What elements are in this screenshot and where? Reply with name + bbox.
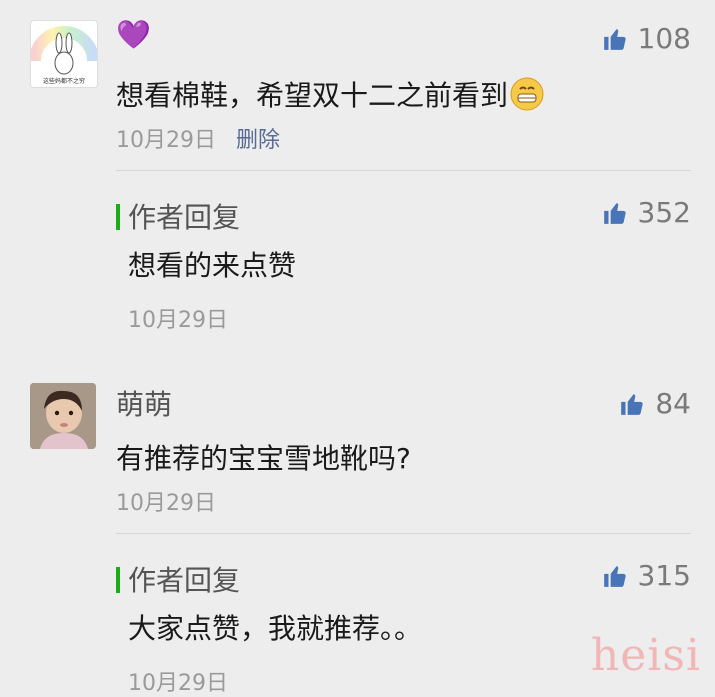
reply-bar [116, 204, 120, 230]
comment-text: 有推荐的宝宝雪地靴吗? [116, 442, 411, 475]
avatar[interactable]: 这些妈都不之穷 [30, 20, 98, 88]
avatar[interactable] [30, 383, 96, 449]
divider [116, 533, 691, 534]
comment-item: 这些妈都不之穷 💜 108 想看棉鞋，希望双十二之前看到 10月29日 删除 作者… [0, 0, 715, 345]
thumbs-up-icon [603, 565, 626, 587]
reply-time: 10月29日 [128, 308, 228, 333]
comment-meta: 10月29日 [116, 485, 216, 517]
comment-text: 想看棉鞋，希望双十二之前看到 [116, 74, 544, 118]
delete-link[interactable]: 删除 [236, 128, 280, 153]
reply-text: 想看的来点赞 [128, 249, 297, 282]
like-button[interactable]: 84 [619, 387, 691, 420]
reply-time: 10月29日 [128, 671, 228, 696]
reply-like-button[interactable]: 315 [602, 559, 691, 592]
commenter-name[interactable]: 萌萌 [116, 383, 172, 423]
reply-like-count: 352 [637, 196, 691, 229]
comment-meta: 10月29日 删除 [116, 122, 280, 154]
like-count: 108 [637, 22, 691, 55]
divider [116, 170, 691, 171]
purple-heart-icon: 💜 [116, 18, 151, 51]
reply-title: 作者回复 [128, 201, 241, 234]
reply-text: 大家点赞，我就推荐。。 [128, 612, 423, 645]
reply-title: 作者回复 [128, 564, 241, 597]
avatar-caption: 这些妈都不之穷 [43, 77, 85, 85]
thumbs-up-icon [603, 202, 626, 224]
reply-bar [116, 567, 120, 593]
baby-photo-avatar-icon [30, 383, 96, 449]
author-reply: 作者回复 352 想看的来点赞 10月29日 [116, 196, 715, 333]
thumbs-up-icon [603, 28, 626, 50]
thumbs-up-icon [621, 393, 644, 415]
like-count: 84 [655, 387, 691, 420]
like-button[interactable]: 108 [602, 22, 691, 55]
comment-time: 10月29日 [116, 128, 216, 153]
watermark: heisi [590, 630, 701, 681]
grinning-emoji-icon [510, 77, 544, 118]
commenter-name[interactable]: 💜 [116, 18, 151, 51]
reply-like-count: 315 [637, 559, 691, 592]
reply-like-button[interactable]: 352 [602, 196, 691, 229]
comment-time: 10月29日 [116, 491, 216, 516]
rabbit-rainbow-avatar-icon: 这些妈都不之穷 [31, 26, 97, 85]
